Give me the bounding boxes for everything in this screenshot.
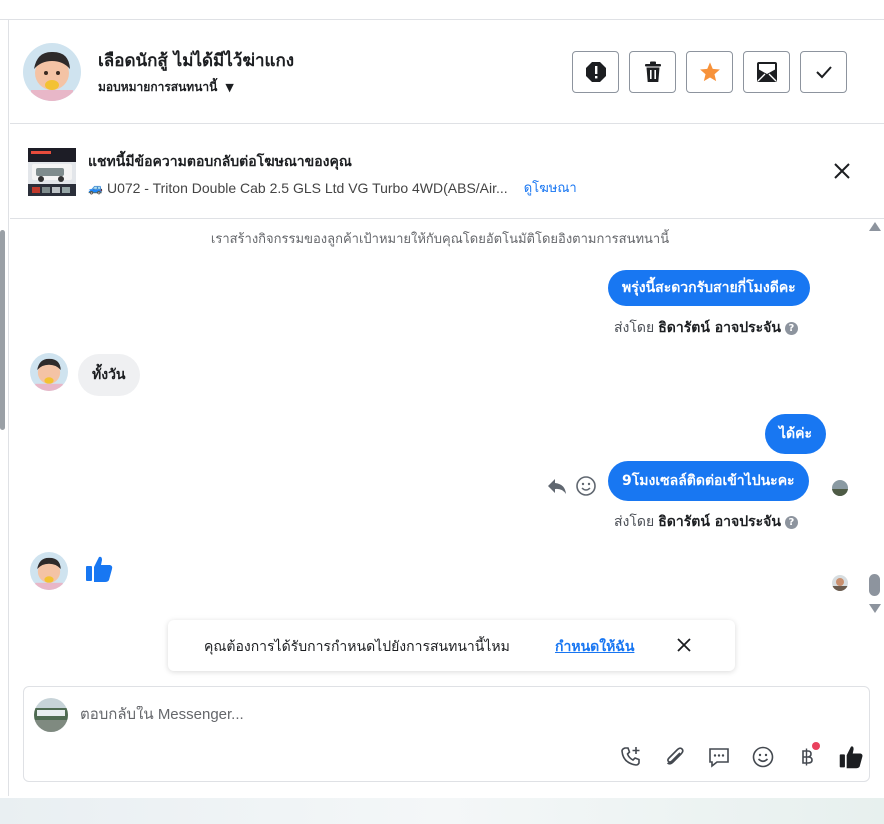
notification-dot [812, 742, 820, 750]
saved-replies-button[interactable] [704, 742, 734, 772]
thread-scrollbar-thumb[interactable] [869, 574, 880, 596]
contact-name: เลือดนักสู้ ไม่ได้มีไว้ฆ่าแกง [98, 51, 295, 71]
messenger-chat-panel: { "header": { "contact_name": "เลือดนักส… [0, 0, 884, 824]
message-thread[interactable]: เราสร้างกิจกรรมของลูกค้าเป้าหมายให้กับคุ… [10, 220, 866, 615]
star-icon [699, 62, 720, 82]
close-icon [834, 163, 850, 179]
ad-thumbnail[interactable] [28, 148, 76, 196]
sent-by-line: ส่งโดย ธิดารัตน์ อาจประจัน ? [614, 317, 798, 339]
seen-avatar-image [832, 575, 848, 591]
smiley-icon [576, 476, 596, 496]
contact-avatar-small[interactable] [30, 353, 68, 391]
like-sticker-message[interactable] [84, 554, 114, 584]
payment-request-button[interactable] [792, 742, 822, 772]
attachment-icon [667, 747, 684, 765]
assign-prompt-text: คุณต้องการได้รับการกำหนดไปยังการสนทนานี้… [204, 639, 510, 655]
star-button[interactable] [686, 51, 733, 93]
ad-reply-banner: แชทนี้มีข้อความตอบกลับต่อโฆษณาของคุณ 🚙 U… [10, 125, 884, 219]
dismiss-prompt-button[interactable] [676, 637, 692, 653]
done-icon [815, 66, 832, 79]
seen-avatar-image [832, 480, 848, 496]
composer-toolbar [616, 742, 866, 772]
assign-conversation-dropdown[interactable]: มอบหมายการสนทนานี้ ▼ [98, 78, 234, 97]
page-avatar [34, 698, 68, 732]
contact-avatar[interactable] [23, 43, 81, 101]
reply-button[interactable] [546, 475, 568, 497]
assign-to-me-link[interactable]: กำหนดให้ฉัน [555, 636, 634, 658]
sent-by-line: ส่งโดย ธิดารัตน์ อาจประจัน ? [614, 511, 798, 533]
message-bubble-outgoing[interactable]: พรุ่งนี้สะดวกรับสายกี่โมงดีคะ [608, 270, 810, 306]
send-like-button[interactable] [836, 742, 866, 772]
trash-icon [644, 61, 661, 82]
like-icon [86, 556, 113, 582]
mark-unread-button[interactable] [743, 51, 790, 93]
assign-prompt: คุณต้องการได้รับการกำหนดไปยังการสนทนานี้… [168, 620, 735, 671]
left-scrollbar[interactable] [0, 20, 9, 796]
spam-icon [585, 62, 606, 82]
close-banner-button[interactable] [832, 161, 852, 181]
page-avatar-image [34, 698, 68, 732]
sent-by-label: ส่งโดย [614, 514, 655, 530]
conversation-header: เลือดนักสู้ ไม่ได้มีไว้ฆ่าแกง มอบหมายการ… [10, 20, 884, 124]
sent-by-label: ส่งโดย [614, 320, 655, 336]
emoji-icon [752, 746, 774, 768]
ad-banner-subtitle: 🚙 U072 - Triton Double Cab 2.5 GLS Ltd V… [88, 177, 577, 198]
ad-product-name: U072 - Triton Double Cab 2.5 GLS Ltd VG … [106, 179, 508, 196]
help-icon[interactable]: ? [784, 321, 798, 335]
reply-input[interactable] [80, 706, 840, 723]
thread-scrollbar[interactable] [866, 220, 884, 615]
react-button[interactable] [575, 475, 597, 497]
system-note: เราสร้างกิจกรรมของลูกค้าเป้าหมายให้กับคุ… [210, 232, 670, 247]
scroll-up-arrow-icon[interactable] [869, 222, 881, 231]
contact-avatar-image [23, 43, 81, 101]
message-bubble-outgoing[interactable]: ได้ค่ะ [765, 414, 827, 454]
contact-avatar-image [30, 353, 68, 391]
contact-avatar-small[interactable] [30, 552, 68, 590]
left-scrollbar-thumb[interactable] [0, 230, 5, 430]
seen-receipt-avatar [832, 575, 848, 591]
assign-label: มอบหมายการสนทนานี้ [98, 80, 218, 94]
like-icon [839, 746, 863, 769]
seen-receipt-avatar [832, 480, 848, 496]
message-bubble-outgoing[interactable]: 9โมงเซลล์ติดต่อเข้าไปนะคะ [608, 461, 809, 501]
sender-name: ธิดารัตน์ อาจประจัน [658, 320, 781, 336]
delete-button[interactable] [629, 51, 676, 93]
mark-done-button[interactable] [800, 51, 847, 93]
message-bubble-incoming[interactable]: ทั้งวัน [78, 354, 140, 396]
help-icon[interactable]: ? [784, 515, 798, 529]
saved-reply-icon [709, 748, 729, 768]
add-call-icon [621, 747, 640, 766]
header-toolbar [572, 51, 847, 93]
ad-banner-title: แชทนี้มีข้อความตอบกลับต่อโฆษณาของคุณ [88, 154, 352, 170]
page-bottom-background [0, 798, 884, 824]
mark-spam-button[interactable] [572, 51, 619, 93]
attach-file-button[interactable] [660, 742, 690, 772]
reply-composer [23, 686, 870, 782]
sender-name: ธิดารัตน์ อาจประจัน [658, 514, 781, 530]
truck-icon: 🚙 [88, 180, 103, 195]
emoji-button[interactable] [748, 742, 778, 772]
scroll-down-arrow-icon[interactable] [869, 604, 881, 613]
close-icon [677, 638, 691, 652]
caret-down-icon: ▼ [225, 81, 234, 94]
reply-icon [548, 479, 566, 494]
contact-avatar-image [30, 552, 68, 590]
view-ad-link[interactable]: ดูโฆษณา [524, 177, 577, 198]
mark-unread-icon [756, 62, 777, 82]
add-call-button[interactable] [616, 742, 646, 772]
ad-thumbnail-image [28, 148, 76, 196]
